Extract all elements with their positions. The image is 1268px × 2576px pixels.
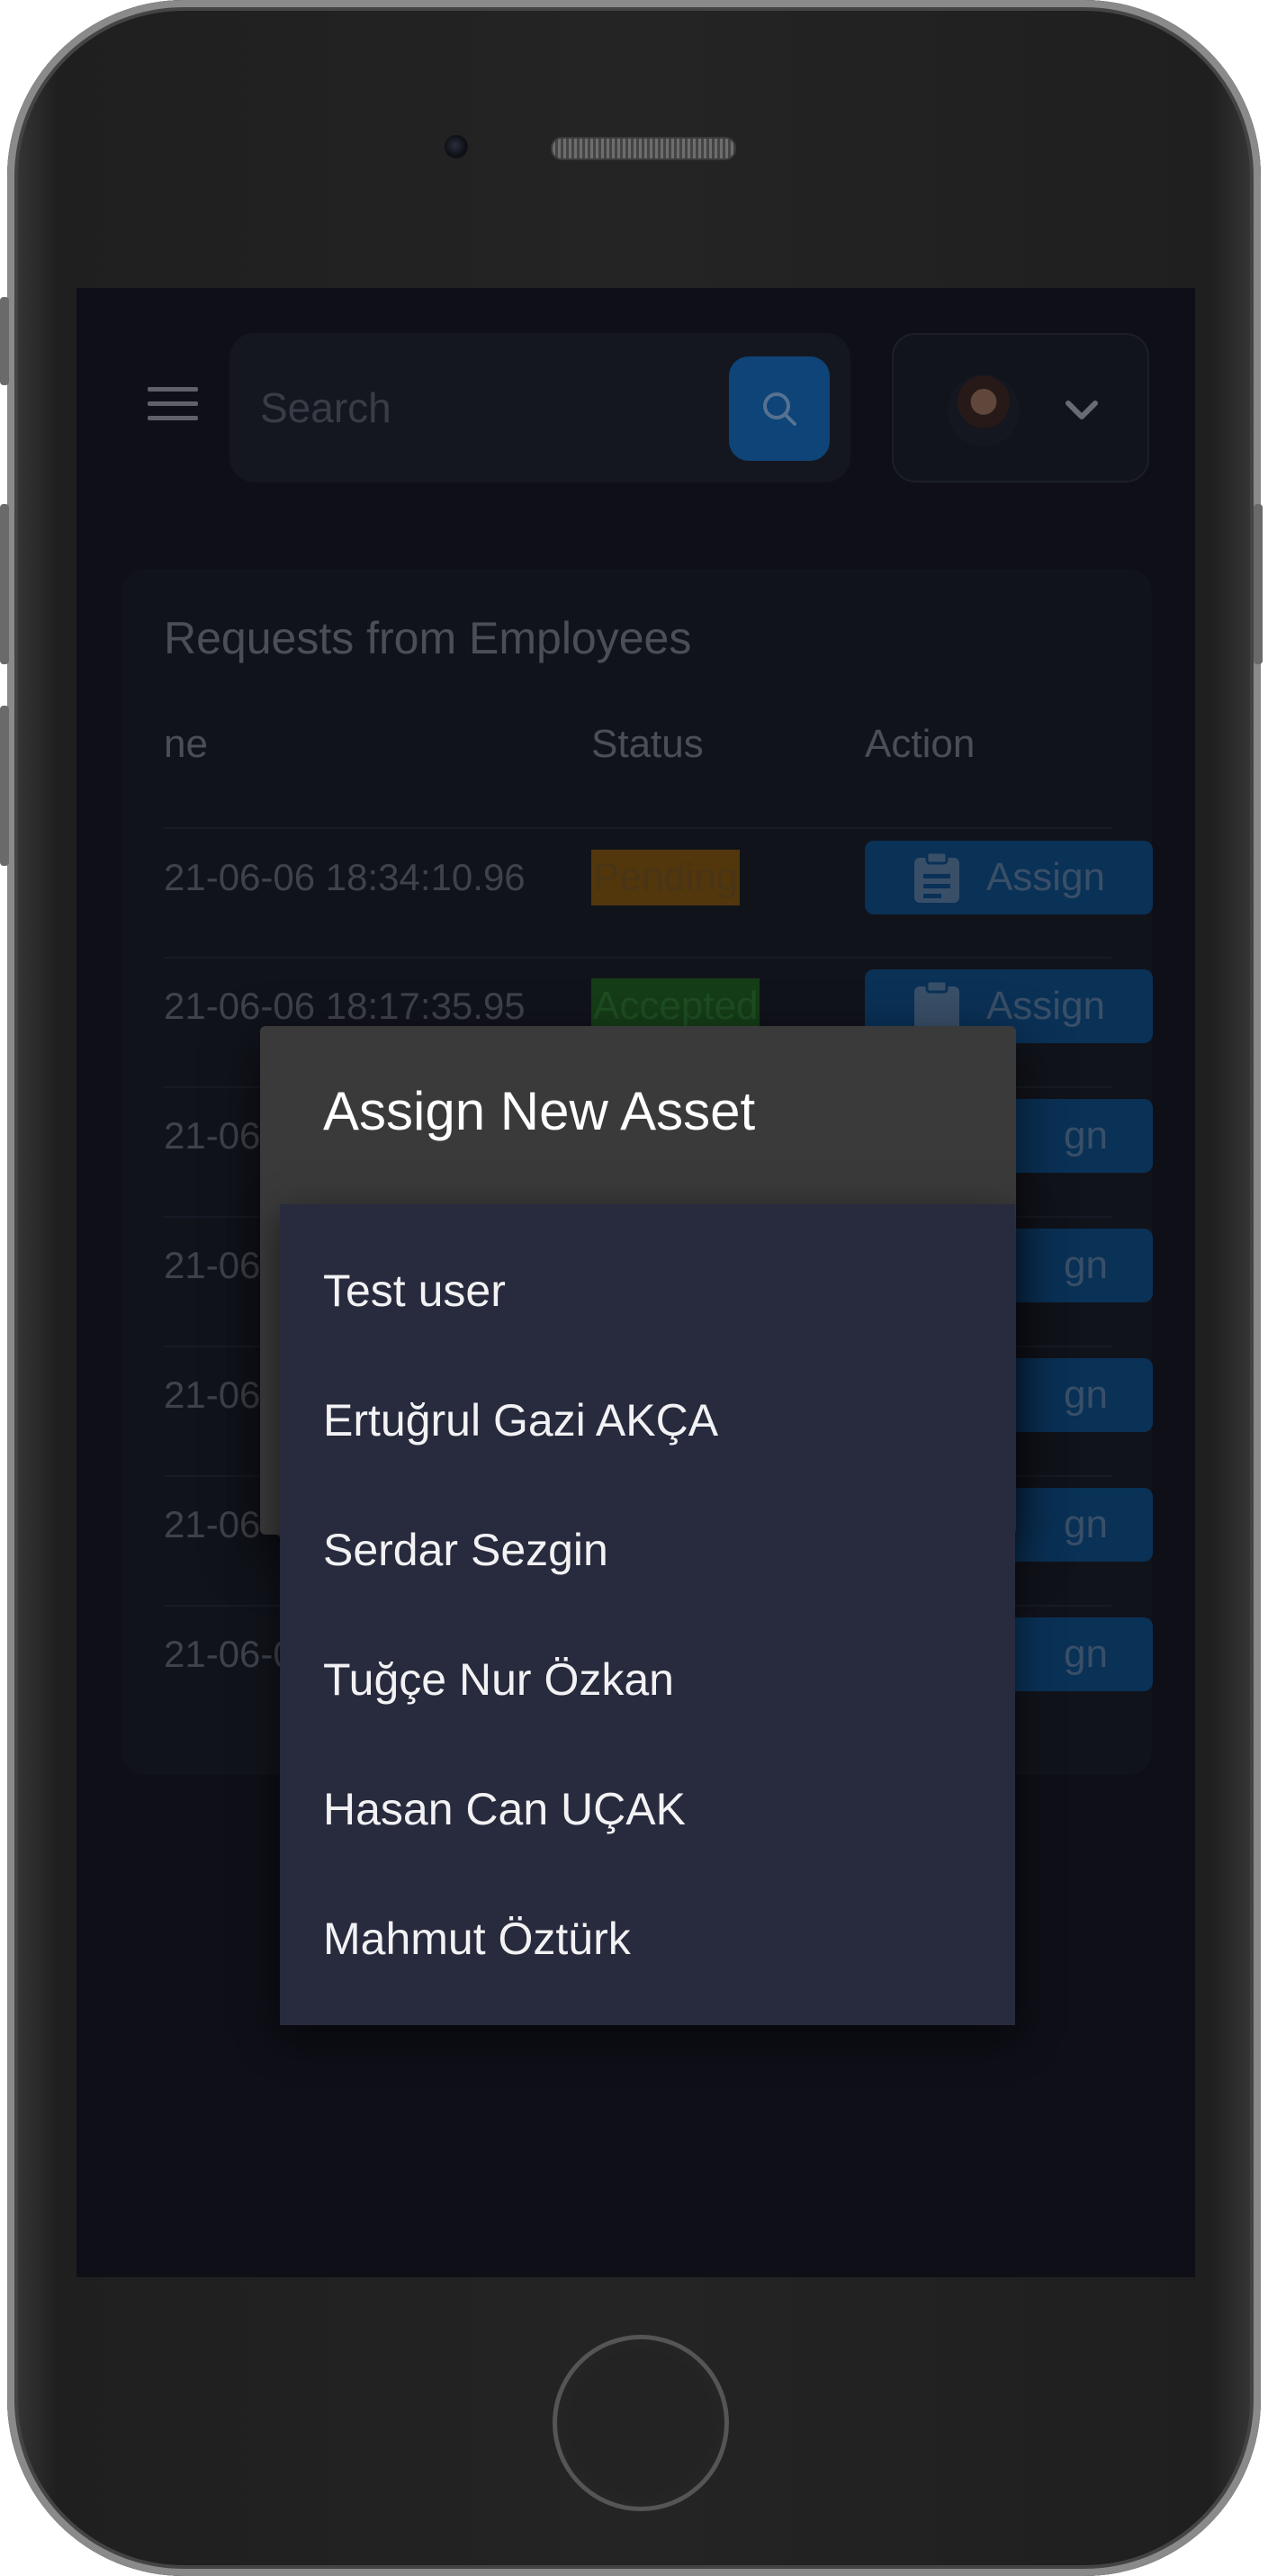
phone-frame: Search Requests from Employees ne Status bbox=[0, 0, 1263, 2576]
dropdown-option[interactable]: Ertuğrul Gazi AKÇA bbox=[323, 1384, 718, 1456]
volume-up-button bbox=[0, 504, 9, 664]
dialog-title: Assign New Asset bbox=[323, 1081, 756, 1141]
dropdown-option[interactable]: Serdar Sezgin bbox=[323, 1514, 608, 1586]
dropdown-option[interactable]: Hasan Can UÇAK bbox=[323, 1773, 686, 1845]
earpiece-speaker bbox=[551, 137, 736, 160]
home-button[interactable] bbox=[553, 2335, 729, 2511]
screen: Search Requests from Employees ne Status bbox=[76, 288, 1195, 2277]
dropdown-option[interactable]: Tuğçe Nur Özkan bbox=[323, 1644, 674, 1716]
employee-dropdown: Test user Ertuğrul Gazi AKÇA Serdar Sezg… bbox=[280, 1204, 1015, 2025]
dropdown-option[interactable]: Test user bbox=[323, 1255, 506, 1327]
dropdown-option[interactable]: Mahmut Öztürk bbox=[323, 1903, 631, 1975]
front-camera bbox=[445, 135, 468, 158]
power-button bbox=[1254, 504, 1263, 664]
volume-down-button bbox=[0, 706, 9, 866]
mute-switch bbox=[0, 297, 9, 385]
